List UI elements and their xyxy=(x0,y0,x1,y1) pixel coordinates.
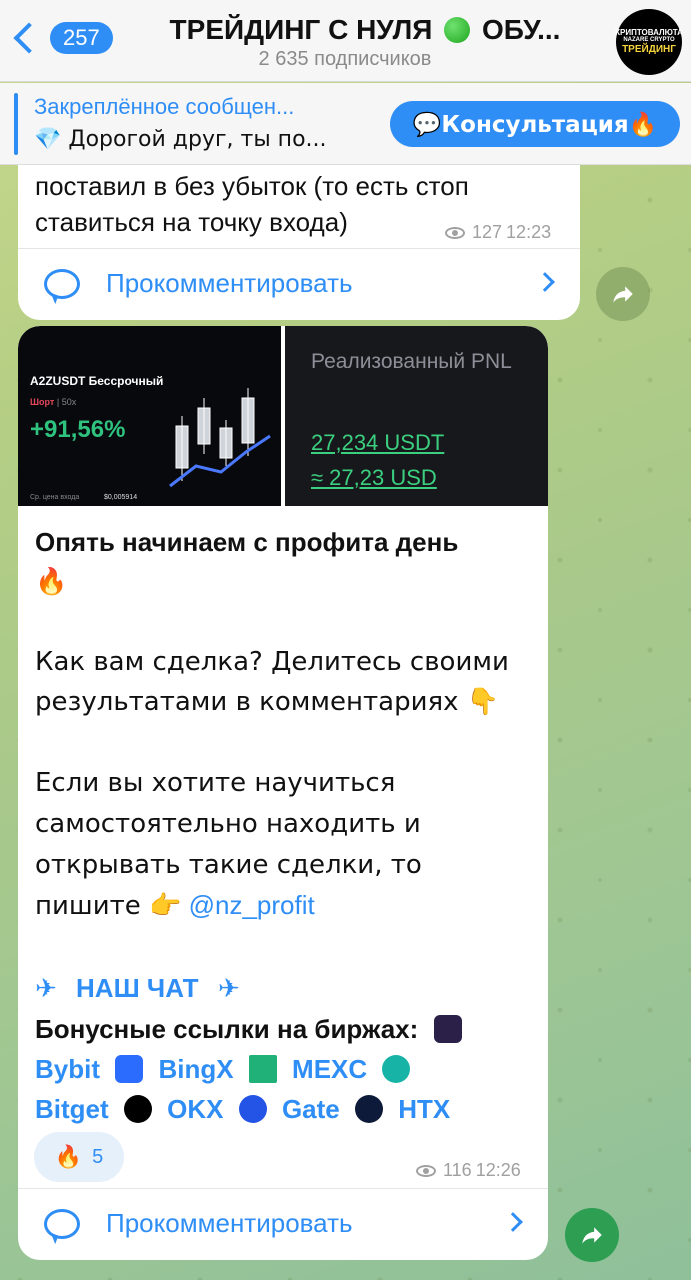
message-bubble: A2ZUSDT Бессрочный Шорт | 50x +91,56% Ср… xyxy=(18,326,548,1260)
share-arrow-icon xyxy=(613,286,633,303)
chat-header: 257 ТРЕЙДИНГ С НУЛЯ ОБУ... 2 635 подписч… xyxy=(0,0,691,82)
trade-side-label: Шорт xyxy=(30,397,55,407)
chat-link[interactable]: НАШ ЧАТ xyxy=(76,973,199,1003)
fire-icon: 🔥 xyxy=(35,567,68,597)
candlestick-chart-icon xyxy=(169,388,271,488)
share-button[interactable] xyxy=(596,267,650,321)
avatar-text-3: ТРЕЙДИНГ xyxy=(622,44,676,56)
message-time: 12:26 xyxy=(475,1160,521,1180)
unread-count-badge: 257 xyxy=(50,22,113,54)
views-eye-icon xyxy=(445,226,465,239)
chevron-right-icon xyxy=(535,272,555,292)
channel-title[interactable]: ТРЕЙДИНГ С НУЛЯ ОБУ... xyxy=(150,14,580,46)
pnl-usd: ≈ 27,23 USD xyxy=(311,465,437,490)
channel-avatar[interactable]: КРИПТОВАЛЮТА NAZARE CRYPTO ТРЕЙДИНГ xyxy=(615,9,683,75)
views-count: 116 xyxy=(443,1160,472,1180)
username-link[interactable]: @nz_profit xyxy=(189,890,315,920)
message-text: Опять начинаем с профита день 🔥 Как вам … xyxy=(35,522,535,1129)
exchange-link-bybit[interactable]: Bybit xyxy=(35,1054,100,1084)
pinned-message-bar[interactable]: Закреплённое сообщен... 💎 Дорогой друг, … xyxy=(0,83,691,165)
trade-side: Шорт | 50x xyxy=(30,397,77,407)
back-button[interactable]: 257 xyxy=(10,22,113,54)
message-meta: 116 12:26 xyxy=(416,1160,521,1181)
trade-pair: A2ZUSDT Бессрочный xyxy=(30,374,164,388)
exchange-link-okx[interactable]: OKX xyxy=(167,1094,223,1124)
subscriber-count: 2 635 подписчиков xyxy=(258,48,432,70)
comment-label: Прокомментировать xyxy=(106,1208,353,1238)
bonus-row: Бонусные ссылки на биржах: xyxy=(35,1009,535,1049)
exchange-link-htx[interactable]: HTX xyxy=(398,1094,450,1124)
headline-text: Опять начинаем с профита день xyxy=(35,527,459,557)
message-paragraph: Если вы хотите научиться самостоятельно … xyxy=(35,762,505,926)
green-circle-icon xyxy=(444,17,471,43)
channel-title-part2: ОБУ... xyxy=(481,14,561,45)
pnl-screenshot-photo[interactable]: Реализованный PNL 27,234 USDT ≈ 27,23 US… xyxy=(285,326,548,506)
telegram-icon: ✈ xyxy=(217,974,240,1004)
chevron-right-icon xyxy=(503,1212,523,1232)
htx-logo-icon xyxy=(355,1095,383,1123)
telegram-icon: ✈ xyxy=(35,974,57,1004)
bitget-logo-icon xyxy=(382,1055,411,1083)
pnl-title: Реализованный PNL xyxy=(311,350,512,373)
avatar-text-1: КРИПТОВАЛЮТА xyxy=(615,27,683,37)
message-text-line: поставил в без убыток (то есть стоп xyxy=(35,171,469,201)
bingx-logo-icon xyxy=(115,1055,144,1083)
comment-bubble-icon xyxy=(44,268,80,299)
trade-percent: +91,56% xyxy=(30,416,126,443)
views-count: 127 xyxy=(472,222,503,242)
message-time: 12:23 xyxy=(506,222,552,242)
pnl-usdt: 27,234 USDT xyxy=(311,430,445,455)
channel-title-part1: ТРЕЙДИНГ С НУЛЯ xyxy=(169,14,433,45)
chevron-left-icon xyxy=(13,22,45,54)
okx-logo-icon xyxy=(123,1095,152,1123)
share-arrow-icon xyxy=(582,1227,602,1244)
share-button[interactable] xyxy=(565,1208,619,1262)
comment-label: Прокомментировать xyxy=(106,268,353,298)
exchange-link-bingx[interactable]: BingX xyxy=(158,1054,233,1084)
mexc-logo-icon xyxy=(248,1055,277,1083)
pinned-text: 💎 Дорогой друг, ты по... xyxy=(34,127,327,152)
reaction-chip[interactable]: 🔥 5 xyxy=(34,1132,124,1182)
bybit-logo-icon xyxy=(433,1015,462,1043)
message-meta: 127 12:23 xyxy=(445,222,551,243)
message-text-line: ставиться на точку входа) xyxy=(35,207,348,237)
message-paragraph: Как вам сделка? Делитесь своими результа… xyxy=(35,647,509,717)
views-eye-icon xyxy=(416,1164,436,1177)
gate-logo-icon xyxy=(238,1095,267,1123)
entry-price-value: $0,005914 xyxy=(104,494,138,501)
message-text: поставил в без убыток (то есть стоп став… xyxy=(35,168,469,240)
comment-button[interactable]: Прокомментировать xyxy=(18,1188,548,1258)
exchange-row: Bitget OKX Gate HTX xyxy=(35,1089,535,1129)
pinned-indicator xyxy=(14,93,18,155)
reaction-count: 5 xyxy=(92,1145,104,1168)
exchange-link-mexc[interactable]: MEXC xyxy=(292,1054,367,1084)
consultation-button[interactable]: 💬Консультация🔥 xyxy=(390,101,680,147)
exchange-link-gate[interactable]: Gate xyxy=(282,1094,340,1124)
comment-button[interactable]: Прокомментировать xyxy=(18,248,580,318)
comment-bubble-icon xyxy=(44,1208,80,1239)
entry-price-label: Ср. цена входа xyxy=(30,494,80,501)
pinned-title: Закреплённое сообщен... xyxy=(34,94,295,119)
bonus-label: Бонусные ссылки на биржах: xyxy=(35,1014,419,1044)
exchange-row: Bybit BingX MEXC xyxy=(35,1049,535,1089)
message-headline: Опять начинаем с профита день xyxy=(35,522,535,562)
fire-icon: 🔥 xyxy=(54,1144,83,1170)
trade-leverage: 50x xyxy=(61,397,77,407)
trade-screenshot-photo[interactable]: A2ZUSDT Бессрочный Шорт | 50x +91,56% Ср… xyxy=(18,326,281,506)
exchange-link-bitget[interactable]: Bitget xyxy=(35,1094,109,1124)
chat-link-row[interactable]: ✈ НАШ ЧАТ ✈ xyxy=(35,968,535,1009)
